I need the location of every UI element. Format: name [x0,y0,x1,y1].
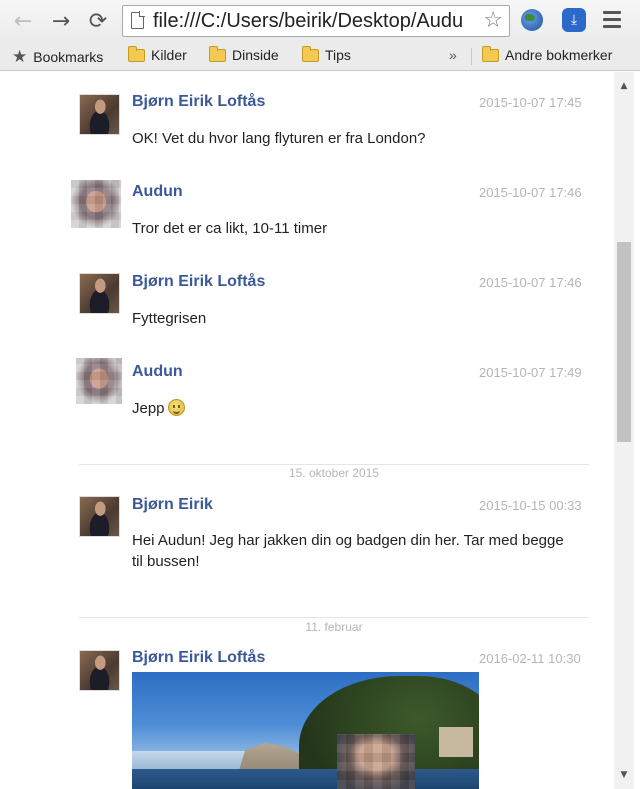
back-arrow-icon[interactable]: ← [10,8,36,34]
smiley-emoji-icon [167,399,185,416]
scroll-thumb[interactable] [617,242,631,442]
sender-name[interactable]: Audun [132,183,183,201]
folder-icon [128,45,145,62]
folder-icon [209,45,226,62]
bookmark-label: Andre bokmerker [505,47,613,63]
scroll-down-arrow-icon[interactable]: ▼ [614,767,634,783]
message-text: Fyttegrisen [132,310,207,327]
bookmark-star-icon[interactable]: ☆ [483,8,503,33]
reload-icon[interactable]: ⟳ [85,8,111,34]
bookmark-label: Kilder [151,47,187,63]
bookmark-kilder[interactable]: Kilder [128,45,187,63]
message-text: Tror det er ca likt, 10-11 timer [132,220,328,237]
scroll-up-arrow-icon[interactable]: ▲ [614,78,634,94]
page-icon [131,11,145,29]
date-separator: 15. oktober 2015 [288,466,380,480]
timestamp: 2015-10-15 00:33 [479,498,582,513]
forward-arrow-icon[interactable]: → [48,8,74,34]
download-extension-icon[interactable]: ⤓ [562,8,586,32]
avatar [71,180,121,228]
avatar [79,650,120,691]
star-icon: ★ [12,47,28,67]
blurred-face [337,734,415,789]
message-text: Jepp [132,398,572,419]
vertical-scrollbar[interactable]: ▲ ▼ [614,72,634,789]
bookmark-label: Bookmarks [33,49,104,65]
bookmark-other[interactable]: Andre bokmerker [482,45,613,63]
bookmarks-bar: ★ Bookmarks Kilder Dinside Tips » Andre … [0,42,640,71]
timestamp: 2015-10-07 17:46 [479,185,582,200]
date-divider-line [79,464,589,465]
folder-icon [482,45,499,62]
date-separator: 11. februar [305,620,363,634]
bookmark-dinside[interactable]: Dinside [209,45,279,63]
chat-log: Bjørn Eirik Loftås 2015-10-07 17:45 OK! … [0,72,614,789]
sender-name[interactable]: Bjørn Eirik [132,496,213,514]
address-bar[interactable]: file:///C:/Users/beirik/Desktop/Audu ☆ [122,5,510,37]
url-text[interactable]: file:///C:/Users/beirik/Desktop/Audu [153,10,483,33]
avatar [79,94,120,135]
avatar [76,358,122,404]
bookmark-label: Tips [325,47,351,63]
bookmarks-overflow-button[interactable]: » [449,47,457,63]
bookmark-label: Dinside [232,47,279,63]
message-text: OK! Vet du hvor lang flyturen er fra Lon… [132,130,426,147]
sender-name[interactable]: Bjørn Eirik Loftås [132,273,265,291]
timestamp: 2015-10-07 17:45 [479,95,582,110]
bookmark-bookmarks[interactable]: ★ Bookmarks [12,47,103,67]
browser-toolbar: ← → ⟳ file:///C:/Users/beirik/Desktop/Au… [0,0,640,42]
folder-icon [302,45,319,62]
sender-name[interactable]: Audun [132,363,183,381]
globe-extension-icon[interactable] [521,9,543,31]
message-text-content: Jepp [132,400,165,417]
avatar [79,273,120,314]
avatar [79,496,120,537]
timestamp: 2016-02-11 10:30 [479,651,581,666]
timestamp: 2015-10-07 17:46 [479,275,582,290]
photo-attachment[interactable] [132,672,479,789]
sender-name[interactable]: Bjørn Eirik Loftås [132,649,265,667]
timestamp: 2015-10-07 17:49 [479,365,582,380]
sender-name[interactable]: Bjørn Eirik Loftås [132,93,265,111]
menu-icon[interactable] [603,11,621,29]
message-text: Hei Audun! Jeg har jakken din og badgen … [132,532,564,570]
date-divider-line [79,617,589,618]
bookmarks-separator [471,48,472,65]
bookmark-tips[interactable]: Tips [302,45,351,63]
